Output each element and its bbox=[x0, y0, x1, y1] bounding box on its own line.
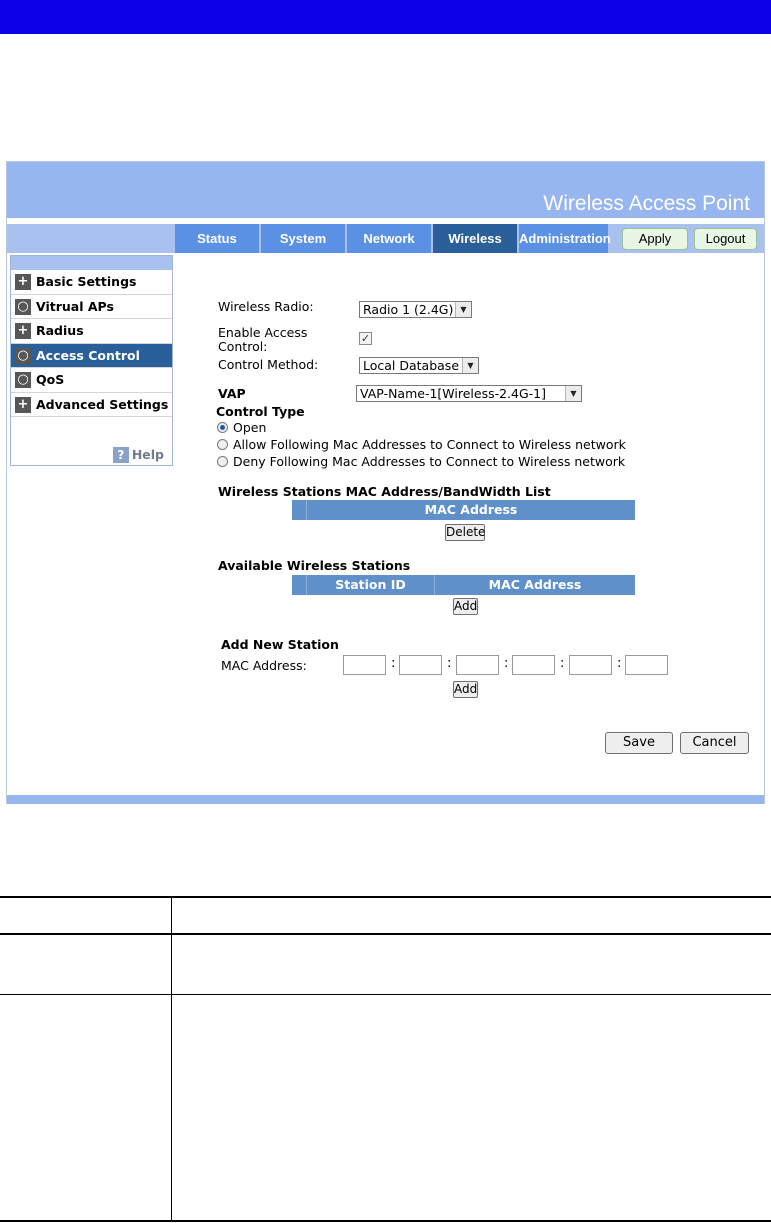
plus-icon: + bbox=[15, 323, 31, 339]
chevron-down-icon: ▼ bbox=[565, 386, 581, 401]
save-button[interactable]: Save bbox=[605, 732, 673, 754]
help-label: Help bbox=[131, 447, 164, 462]
sidebar-item-access-control[interactable]: ○ Access Control bbox=[11, 343, 172, 368]
doc-table-row-rule bbox=[0, 994, 771, 995]
mac-list-title: Wireless Stations MAC Address/BandWidth … bbox=[218, 484, 551, 499]
sidebar-header bbox=[11, 256, 172, 270]
sidebar-item-virtual-aps[interactable]: ○ Vitrual APs bbox=[11, 295, 172, 319]
doc-table-header-rule bbox=[0, 933, 771, 935]
apply-button[interactable]: Apply bbox=[622, 228, 688, 250]
chevron-down-icon: ▼ bbox=[455, 302, 471, 317]
radio-open[interactable] bbox=[217, 422, 228, 433]
wireless-radio-label: Wireless Radio: bbox=[218, 299, 314, 314]
document-top-bar bbox=[0, 0, 771, 34]
sidebar-item-basic-settings[interactable]: + Basic Settings bbox=[11, 270, 172, 295]
circle-icon: ○ bbox=[15, 298, 31, 315]
radio-allow-label: Allow Following Mac Addresses to Connect… bbox=[233, 437, 626, 452]
station-id-column: Station ID bbox=[307, 575, 435, 595]
doc-table-top-rule bbox=[0, 896, 771, 898]
mac-address-label: MAC Address: bbox=[221, 658, 307, 673]
circle-icon: ○ bbox=[15, 372, 31, 388]
control-method-select[interactable]: Local Database ▼ bbox=[359, 357, 479, 374]
mac-octet-6-input[interactable] bbox=[625, 655, 668, 675]
control-method-label: Control Method: bbox=[218, 357, 319, 372]
available-stations-title: Available Wireless Stations bbox=[218, 558, 411, 573]
delete-button[interactable]: Delete bbox=[445, 524, 485, 541]
footer-bar bbox=[7, 795, 764, 804]
wireless-radio-select[interactable]: Radio 1 (2.4G) ▼ bbox=[359, 301, 472, 318]
sidebar-item-label: QoS bbox=[36, 372, 65, 387]
sidebar-item-label: Vitrual APs bbox=[36, 298, 114, 314]
sidebar: + Basic Settings ○ Vitrual APs + Radius … bbox=[10, 255, 173, 466]
wireless-radio-value: Radio 1 (2.4G) bbox=[363, 302, 454, 317]
mac-list-table-header: MAC Address bbox=[292, 500, 635, 520]
control-type-label: Control Type bbox=[216, 404, 305, 419]
mac-separator: : bbox=[504, 656, 509, 671]
sidebar-item-qos[interactable]: ○ QoS bbox=[11, 368, 172, 393]
logout-button[interactable]: Logout bbox=[694, 228, 757, 250]
radio-allow[interactable] bbox=[217, 439, 228, 450]
mac-octet-5-input[interactable] bbox=[569, 655, 612, 675]
mac-address-column: MAC Address bbox=[488, 577, 582, 592]
add-station-button[interactable]: Add bbox=[453, 598, 478, 615]
vap-value: VAP-Name-1[Wireless-2.4G-1] bbox=[360, 386, 547, 401]
add-new-station-title: Add New Station bbox=[221, 637, 339, 652]
radio-deny[interactable] bbox=[217, 456, 228, 467]
mac-separator: : bbox=[391, 656, 396, 671]
mac-separator: : bbox=[447, 656, 452, 671]
banner: Wireless Access Point bbox=[7, 162, 764, 218]
mac-octet-3-input[interactable] bbox=[456, 655, 499, 675]
vap-select[interactable]: VAP-Name-1[Wireless-2.4G-1] ▼ bbox=[356, 385, 582, 402]
radio-open-label: Open bbox=[233, 420, 267, 435]
table-corner-cell bbox=[292, 500, 307, 520]
radio-deny-label: Deny Following Mac Addresses to Connect … bbox=[233, 454, 626, 469]
plus-icon: + bbox=[15, 396, 31, 413]
mac-separator: : bbox=[617, 656, 622, 671]
doc-table-bottom-rule bbox=[0, 1220, 771, 1222]
mac-list-column: MAC Address bbox=[424, 502, 518, 517]
plus-icon: + bbox=[15, 274, 31, 290]
tab-administration[interactable]: Administration bbox=[519, 224, 611, 253]
add-new-station-button[interactable]: Add bbox=[453, 681, 478, 698]
enable-access-label-2: Control: bbox=[218, 339, 268, 354]
tab-status[interactable]: Status bbox=[175, 224, 259, 253]
sidebar-item-label: Access Control bbox=[36, 347, 140, 363]
available-table-header: Station ID MAC Address bbox=[292, 575, 635, 595]
chevron-down-icon: ▼ bbox=[462, 358, 478, 373]
mac-octet-4-input[interactable] bbox=[512, 655, 555, 675]
tab-network[interactable]: Network bbox=[347, 224, 431, 253]
sidebar-item-label: Advanced Settings bbox=[36, 396, 169, 412]
control-method-value: Local Database bbox=[363, 358, 460, 373]
sidebar-item-radius[interactable]: + Radius bbox=[11, 319, 172, 344]
tab-wireless[interactable]: Wireless bbox=[433, 224, 517, 253]
vap-label: VAP bbox=[218, 386, 246, 401]
mac-separator: : bbox=[560, 656, 565, 671]
main-nav: Status System Network Wireless Administr… bbox=[7, 224, 764, 253]
banner-title: Wireless Access Point bbox=[543, 192, 750, 215]
sidebar-item-label: Basic Settings bbox=[36, 274, 137, 289]
mac-octet-1-input[interactable] bbox=[343, 655, 386, 675]
cancel-button[interactable]: Cancel bbox=[680, 732, 749, 754]
enable-access-checkbox[interactable]: ✓ bbox=[359, 332, 372, 345]
circle-icon: ○ bbox=[15, 347, 31, 364]
doc-table-column-divider bbox=[171, 897, 172, 1222]
help-link[interactable]: ? Help bbox=[112, 447, 164, 463]
tab-system[interactable]: System bbox=[261, 224, 345, 253]
mac-octet-2-input[interactable] bbox=[399, 655, 442, 675]
table-corner-cell bbox=[292, 575, 307, 595]
enable-access-label: Enable Access bbox=[218, 325, 308, 340]
sidebar-item-label: Radius bbox=[36, 323, 84, 338]
router-admin-window: Wireless Access Point Status System Netw… bbox=[6, 161, 765, 804]
help-icon: ? bbox=[112, 447, 129, 463]
sidebar-item-advanced-settings[interactable]: + Advanced Settings bbox=[11, 393, 172, 417]
